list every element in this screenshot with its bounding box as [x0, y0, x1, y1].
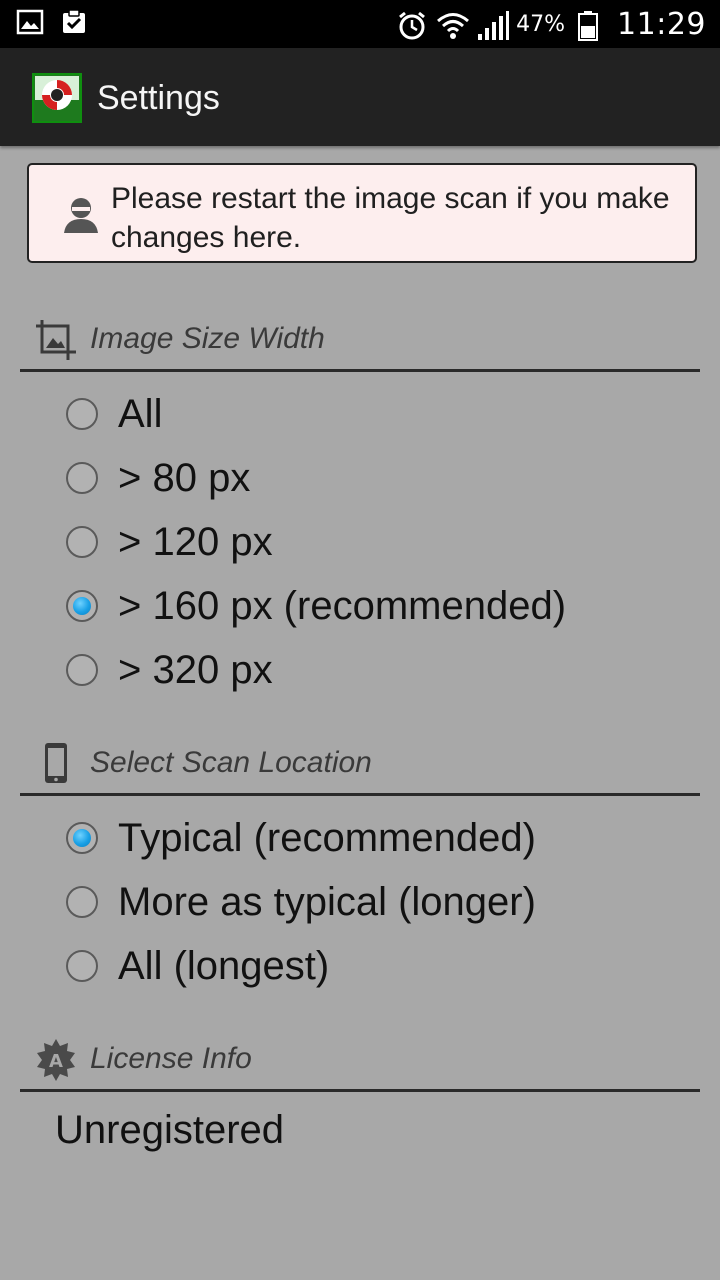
section-title: Select Scan Location [90, 746, 372, 779]
radio-button[interactable] [66, 398, 98, 430]
battery-icon [577, 10, 605, 41]
notice-text: Please restart the image scan if you mak… [111, 182, 670, 254]
alarm-icon [396, 10, 426, 40]
radio-option-120px[interactable]: > 120 px [66, 510, 686, 574]
radio-label: > 320 px [118, 647, 273, 692]
radio-label: Typical (recommended) [118, 815, 536, 860]
battery-percent: 47% [516, 11, 566, 37]
radio-button-checked[interactable] [66, 822, 98, 854]
radio-button[interactable] [66, 950, 98, 982]
radio-label: All (longest) [118, 943, 330, 988]
radio-option-160px[interactable]: > 160 px (recommended) [66, 574, 686, 638]
section-image-size-width: Image Size Width [20, 312, 700, 372]
badge-a-icon: A [34, 1038, 78, 1082]
radio-button[interactable] [66, 886, 98, 918]
signal-icon [476, 10, 510, 40]
radio-option-320px[interactable]: > 320 px [66, 638, 686, 702]
section-scan-location: Select Scan Location [20, 736, 700, 796]
radio-button-checked[interactable] [66, 590, 98, 622]
svg-text:A: A [49, 1051, 63, 1072]
clipboard-check-icon [60, 8, 88, 36]
status-bar: 47% 11:29 [0, 0, 720, 48]
radio-option-all[interactable]: All [66, 382, 686, 446]
user-icon [61, 195, 101, 235]
radio-button[interactable] [66, 462, 98, 494]
radio-option-80px[interactable]: > 80 px [66, 446, 686, 510]
restart-notice: Please restart the image scan if you mak… [27, 163, 697, 263]
radio-option-more-typical[interactable]: More as typical (longer) [66, 870, 686, 934]
section-title: License Info [90, 1042, 252, 1075]
radio-button[interactable] [66, 526, 98, 558]
page-title: Settings [97, 79, 220, 117]
radio-label: > 120 px [118, 519, 273, 564]
license-status: Unregistered [55, 1108, 285, 1152]
settings-screen: 47% 11:29 Settings Please restart the im… [0, 0, 720, 1280]
radio-button[interactable] [66, 654, 98, 686]
phone-icon [34, 742, 78, 786]
radio-label: More as typical (longer) [118, 879, 536, 924]
crop-image-icon [34, 318, 78, 362]
radio-label: > 80 px [118, 455, 251, 500]
radio-label: > 160 px (recommended) [118, 583, 567, 628]
section-title: Image Size Width [90, 322, 325, 355]
radio-option-typical[interactable]: Typical (recommended) [66, 806, 686, 870]
radio-option-all-longest[interactable]: All (longest) [66, 934, 686, 998]
wifi-icon [436, 10, 470, 39]
section-license-info: A License Info [20, 1032, 700, 1092]
radio-label: All [118, 391, 163, 436]
action-bar: Settings [0, 48, 720, 146]
lifebuoy-app-icon[interactable] [32, 73, 82, 123]
status-time: 11:29 [617, 6, 706, 42]
gallery-icon [16, 8, 44, 36]
